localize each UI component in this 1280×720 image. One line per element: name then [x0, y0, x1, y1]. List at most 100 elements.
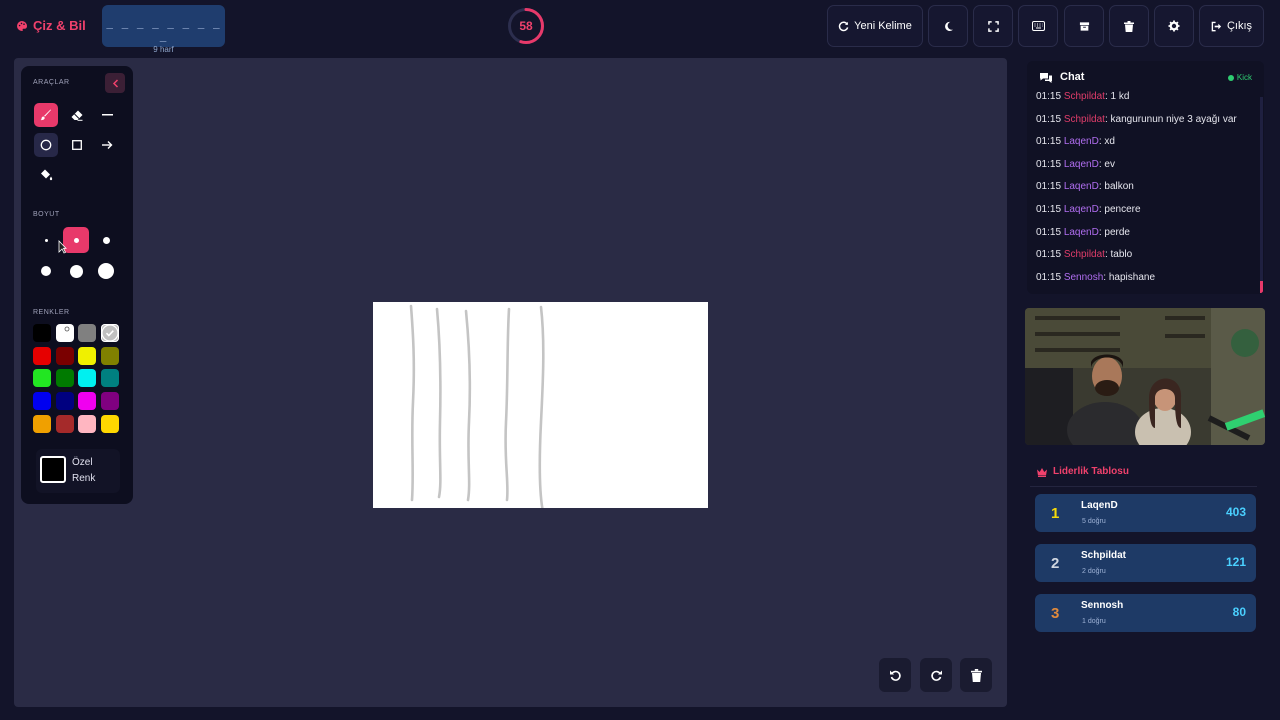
custom-color-swatch [40, 456, 66, 483]
message-user[interactable]: Schpildat [1064, 249, 1105, 260]
eraser-tool[interactable] [65, 103, 89, 127]
palette-icon [17, 20, 28, 31]
redo-button[interactable] [920, 658, 952, 692]
message-text: : pencere [1098, 204, 1141, 215]
color-swatch[interactable] [55, 414, 74, 433]
color-swatch[interactable] [55, 392, 74, 411]
clear-button[interactable] [1109, 5, 1149, 47]
word-hint: _ _ _ _ _ _ _ _ _ 9 harf [102, 5, 225, 54]
theme-toggle-button[interactable] [928, 5, 968, 47]
message-user[interactable]: LaqenD [1064, 181, 1099, 192]
arrow-right-icon [101, 141, 112, 149]
keyboard-icon [1031, 21, 1045, 31]
color-swatch[interactable] [55, 369, 74, 388]
selected-dot-icon [64, 326, 69, 332]
square-icon [72, 140, 82, 150]
message-user[interactable]: Sennosh [1064, 272, 1103, 283]
leaderboard-row: 1 LaqenD 5 doğru 403 [1035, 494, 1256, 532]
app-logo: Çiz & Bil [16, 18, 86, 33]
trash-icon [1124, 20, 1134, 32]
message-user[interactable]: LaqenD [1064, 227, 1099, 238]
color-swatch[interactable] [78, 392, 96, 411]
color-swatch[interactable] [33, 414, 51, 433]
message-user[interactable]: Schpildat [1064, 114, 1105, 125]
chat-message: 01:15 LaqenD: ev [1036, 159, 1115, 170]
color-swatch[interactable] [78, 414, 96, 433]
color-swatch[interactable] [55, 324, 74, 342]
leaderboard-rank: 2 [1051, 555, 1060, 572]
undo-icon [889, 670, 901, 681]
moon-icon [944, 21, 953, 31]
exit-button[interactable]: Çıkış [1199, 5, 1264, 47]
color-swatch[interactable] [33, 346, 51, 365]
color-swatch[interactable] [78, 369, 96, 388]
new-word-button[interactable]: Yeni Kelime [827, 5, 923, 47]
circle-tool[interactable] [34, 133, 58, 157]
size-option-4[interactable] [33, 258, 59, 284]
refresh-icon [838, 21, 849, 31]
keyboard-button[interactable] [1018, 5, 1058, 47]
collapse-panel-button[interactable] [105, 73, 125, 93]
color-swatch[interactable] [33, 324, 51, 342]
color-swatch[interactable] [100, 414, 119, 433]
color-swatch[interactable] [78, 324, 96, 342]
brush-tool[interactable] [34, 103, 58, 127]
archive-icon [1079, 21, 1089, 31]
color-swatch[interactable] [100, 324, 119, 342]
chat-scrollbar[interactable] [1260, 97, 1263, 293]
chat-title: Chat [1060, 71, 1085, 83]
leaderboard-row: 3 Sennosh 1 doğru 80 [1035, 594, 1256, 632]
line-tool[interactable] [95, 103, 119, 127]
color-swatch[interactable] [100, 392, 119, 411]
fullscreen-icon [987, 20, 999, 32]
leaderboard-score: 121 [1225, 555, 1246, 569]
color-swatch[interactable] [78, 346, 96, 365]
size-section-label: BOYUT [33, 211, 60, 218]
gear-icon [1168, 20, 1180, 32]
message-time: 01:15 [1036, 181, 1062, 193]
kick-label: Kick [1236, 73, 1252, 82]
arrow-tool[interactable] [95, 133, 119, 157]
color-swatch[interactable] [33, 369, 51, 388]
chat-message: 01:15 Schpildat: 1 kd [1036, 91, 1129, 102]
leaderboard-correct-count: 2 doğru [1082, 568, 1106, 575]
size-option-3[interactable] [93, 227, 119, 253]
message-time: 01:15 [1036, 158, 1062, 170]
size-option-5[interactable] [63, 258, 89, 284]
color-swatch[interactable] [33, 392, 51, 411]
chat-message: 01:15 Schpildat: tablo [1036, 249, 1132, 260]
top-bar: Çiz & Bil _ _ _ _ _ _ _ _ _ 9 harf 58 Ye… [0, 0, 1280, 54]
color-swatch[interactable] [100, 369, 119, 388]
fullscreen-button[interactable] [973, 5, 1013, 47]
message-text: : ev [1098, 158, 1115, 170]
chat-panel: Chat Kick 01:15 Schpildat: 1 kd 01:15 Sch… [1027, 61, 1264, 294]
rectangle-tool[interactable] [65, 133, 89, 157]
undo-button[interactable] [879, 658, 911, 692]
chat-message: 01:15 LaqenD: balkon [1036, 181, 1134, 192]
archive-button[interactable] [1064, 5, 1104, 47]
size-option-6[interactable] [93, 258, 119, 284]
delete-canvas-button[interactable] [960, 658, 992, 692]
settings-button[interactable] [1154, 5, 1194, 47]
kick-status: Kick [1227, 73, 1252, 82]
color-swatch[interactable] [100, 346, 119, 365]
message-time: 01:15 [1036, 204, 1062, 215]
message-user[interactable]: LaqenD [1064, 204, 1099, 215]
fill-tool[interactable] [34, 163, 58, 187]
circle-icon [40, 139, 52, 151]
message-user[interactable]: LaqenD [1064, 136, 1099, 147]
size-dot [69, 264, 83, 278]
leaderboard-header: Liderlik Tablosu [1036, 466, 1129, 477]
message-user[interactable]: LaqenD [1064, 159, 1099, 170]
size-option-1[interactable] [33, 227, 59, 253]
size-dot [44, 238, 48, 242]
message-text: : perde [1098, 226, 1130, 238]
custom-color-button[interactable]: Özel Renk [36, 449, 120, 493]
webcam-image [1025, 308, 1265, 445]
brush-icon [40, 109, 51, 121]
leaderboard-correct-count: 5 doğru [1082, 518, 1106, 525]
color-swatch[interactable] [55, 346, 74, 365]
message-user[interactable]: Schpildat [1064, 91, 1105, 102]
drawing-canvas[interactable] [373, 302, 708, 514]
chat-scroll-thumb[interactable] [1260, 281, 1263, 293]
